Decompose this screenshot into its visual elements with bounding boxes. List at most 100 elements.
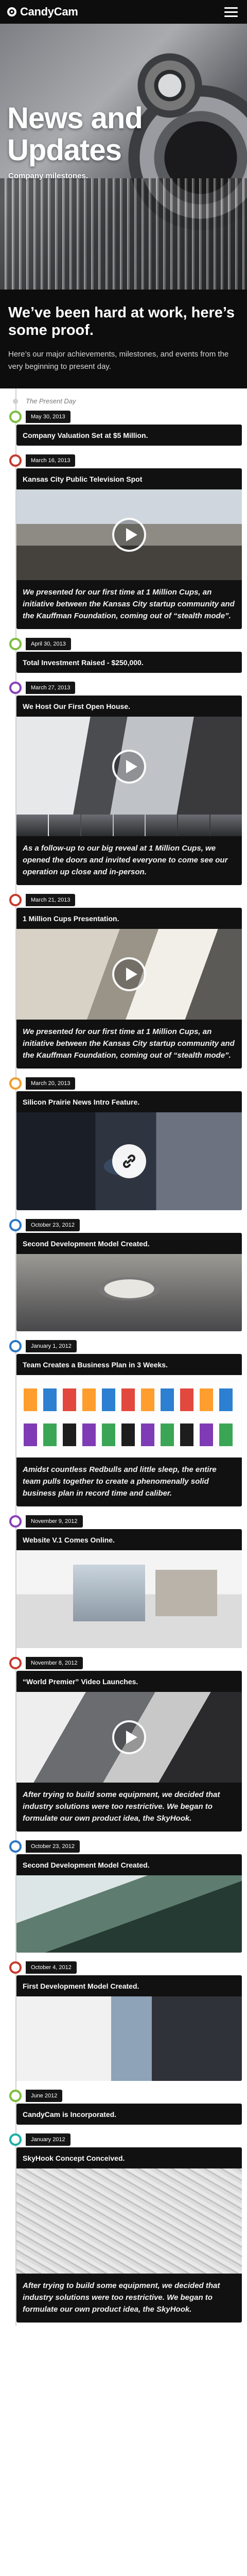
timeline-dot-icon (9, 454, 22, 467)
entry-date: October 23, 2012 (26, 1219, 80, 1231)
timeline-entry: March 16, 2013 Kansas City Public Televi… (5, 453, 242, 629)
entry-card: Silicon Prairie News Intro Feature. (16, 1091, 242, 1210)
timeline-entry: May 30, 2013 Company Valuation Set at $5… (5, 409, 242, 446)
entry-date: November 9, 2012 (26, 1515, 83, 1528)
timeline-entry: October 23, 2012 Second Development Mode… (5, 1839, 242, 1953)
brand-name: CandyCam (20, 5, 78, 18)
milestone-timeline: The Present Day May 30, 2013 Company Val… (0, 388, 247, 2326)
timeline-entry: November 8, 2012 “World Premier” Video L… (5, 1655, 242, 1832)
entry-card: We Host Our First Open House. As a follo… (16, 696, 242, 885)
timeline-dot-icon (9, 1077, 22, 1090)
entry-card: Second Development Model Created. (16, 1233, 242, 1331)
gallery-icon[interactable] (112, 750, 146, 784)
entry-title: First Development Model Created. (23, 1982, 139, 1990)
timeline-dot-icon (9, 682, 22, 694)
entry-date: May 30, 2013 (26, 411, 70, 423)
entry-date: April 30, 2013 (26, 638, 71, 650)
entry-date: June 2012 (26, 2090, 63, 2102)
entry-title: Second Development Model Created. (23, 1240, 150, 1248)
timeline-dot-icon (9, 2090, 22, 2102)
entry-title: SkyHook Concept Conceived. (23, 2154, 125, 2162)
link-icon[interactable] (112, 1144, 146, 1178)
play-icon[interactable] (112, 957, 146, 991)
gallery-thumbnails[interactable] (16, 815, 242, 836)
timeline-entry: October 23, 2012 Second Development Mode… (5, 1217, 242, 1331)
timeline-entry: November 9, 2012 Website V.1 Comes Onlin… (5, 1514, 242, 1648)
entry-date: March 20, 2013 (26, 1077, 76, 1090)
play-icon[interactable] (112, 518, 146, 552)
timeline-dot-icon (9, 1340, 22, 1352)
entry-title: 1 Million Cups Presentation. (23, 914, 119, 923)
photo-gallery[interactable] (16, 717, 242, 836)
hero-banner: News and Updates Company milestones. (0, 24, 247, 290)
brand-logo-link[interactable]: CandyCam (7, 5, 78, 19)
entry-date: October 4, 2012 (26, 1961, 77, 1974)
timeline-dot-icon (9, 894, 22, 906)
intro-heading: We’ve been hard at work, here’s some pro… (8, 304, 235, 338)
timeline-dot-icon (9, 638, 22, 650)
timeline-entry: March 21, 2013 1 Million Cups Presentati… (5, 892, 242, 1069)
entry-description: Amidst countless Redbulls and little sle… (23, 1465, 217, 1498)
play-icon[interactable] (112, 1720, 146, 1754)
entry-date: March 16, 2013 (26, 454, 76, 467)
entry-card: Team Creates a Business Plan in 3 Weeks.… (16, 1354, 242, 1506)
entry-description: We presented for our first time at 1 Mil… (23, 1027, 235, 1060)
entry-title: Silicon Prairie News Intro Feature. (23, 1098, 140, 1106)
entry-date: October 23, 2012 (26, 1840, 80, 1853)
entry-card: First Development Model Created. (16, 1975, 242, 2081)
timeline-dot-icon (9, 1657, 22, 1669)
entry-title: “World Premier” Video Launches. (23, 1677, 138, 1686)
entry-photo[interactable] (16, 1375, 242, 1458)
entry-photo[interactable] (16, 1254, 242, 1331)
timeline-entry: October 4, 2012 First Development Model … (5, 1960, 242, 2081)
entry-title: Second Development Model Created. (23, 1861, 150, 1869)
entry-title: Team Creates a Business Plan in 3 Weeks. (23, 1361, 168, 1369)
entry-description: As a follow-up to our big reveal at 1 Mi… (23, 844, 228, 876)
video-thumbnail[interactable] (16, 929, 242, 1020)
timeline-entry: March 27, 2013 We Host Our First Open Ho… (5, 680, 242, 885)
entry-title: Total Investment Raised - $250,000. (23, 658, 144, 667)
page-subtitle: Company milestones. (8, 172, 89, 180)
timeline-entry: April 30, 2013 Total Investment Raised -… (5, 636, 242, 673)
entry-date: March 27, 2013 (26, 682, 76, 694)
timeline-start-label: The Present Day (5, 394, 242, 409)
page-title: News and Updates (7, 101, 143, 167)
entry-photo[interactable] (16, 1875, 242, 1953)
entry-photo[interactable] (16, 1996, 242, 2081)
intro-section: We’ve been hard at work, here’s some pro… (0, 290, 247, 388)
entry-card: CandyCam is Incorporated. (16, 2104, 242, 2125)
video-thumbnail[interactable] (16, 489, 242, 580)
entry-card: SkyHook Concept Conceived. After trying … (16, 2147, 242, 2323)
timeline-entry: January 2012 SkyHook Concept Conceived. … (5, 2132, 242, 2323)
entry-title: We Host Our First Open House. (23, 702, 130, 710)
timeline-dot-icon (9, 1219, 22, 1231)
entry-title: Kansas City Public Television Spot (23, 475, 143, 483)
entry-date: January 1, 2012 (26, 1340, 77, 1352)
entry-title: Company Valuation Set at $5 Million. (23, 431, 148, 439)
video-thumbnail[interactable] (16, 1692, 242, 1783)
entry-description: After trying to build some equipment, we… (23, 1790, 220, 1823)
article-link-image[interactable] (16, 1112, 242, 1210)
entry-description: We presented for our first time at 1 Mil… (23, 588, 235, 620)
entry-photo[interactable] (16, 1550, 242, 1648)
timeline-dot-icon (9, 1515, 22, 1528)
timeline-dot-icon (9, 2133, 22, 2146)
hamburger-menu-icon[interactable] (224, 7, 238, 17)
timeline-dot-icon (9, 1840, 22, 1853)
entry-title: CandyCam is Incorporated. (23, 2110, 117, 2119)
entry-card: Website V.1 Comes Online. (16, 1529, 242, 1648)
timeline-entry: June 2012 CandyCam is Incorporated. (5, 2088, 242, 2125)
entry-title: Website V.1 Comes Online. (23, 1536, 115, 1544)
entry-card: Second Development Model Created. (16, 1854, 242, 1953)
entry-photo[interactable] (16, 2168, 242, 2274)
entry-card: Total Investment Raised - $250,000. (16, 652, 242, 673)
timeline-dot-icon (9, 411, 22, 423)
timeline-dot-icon (9, 1961, 22, 1974)
entry-date: March 21, 2013 (26, 894, 76, 906)
entry-description: After trying to build some equipment, we… (23, 2281, 220, 2314)
timeline-entry: March 20, 2013 Silicon Prairie News Intr… (5, 1076, 242, 1210)
entry-card: Company Valuation Set at $5 Million. (16, 425, 242, 446)
intro-text: Here’s our major achievements, milestone… (8, 350, 229, 371)
top-navigation-bar: CandyCam (0, 0, 247, 24)
camera-logo-icon (7, 7, 16, 16)
